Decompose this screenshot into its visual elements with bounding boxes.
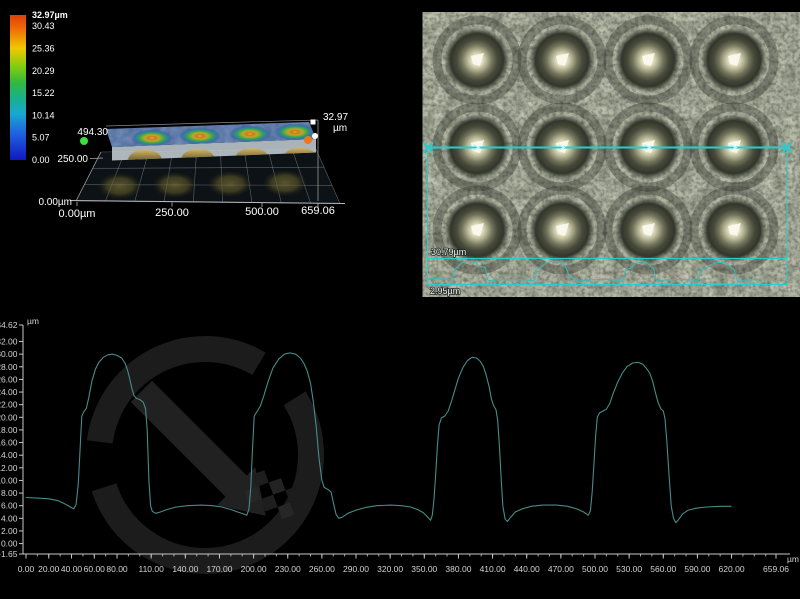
x-tick-label: 290.00 (343, 564, 369, 574)
y-tick-label: 2.00 (1, 526, 18, 536)
z-max-square-marker (311, 120, 316, 125)
y-tick-label: -1.65 (0, 549, 18, 559)
y-tick-label: 14.00 (0, 450, 18, 460)
colorbar-label: 25.36 (32, 43, 55, 53)
y-tick-label: 24.00 (0, 387, 18, 397)
y-tick-label: 16.00 (0, 438, 18, 448)
x-tick-label: 200.00 (241, 564, 267, 574)
x-tick-label: 170.00 (206, 564, 232, 574)
x-tick-label: 260.00 (309, 564, 335, 574)
colorbar-label: 0.00 (32, 155, 50, 165)
x-tick-label: 230.00 (275, 564, 301, 574)
x-tick-label: 410.00 (480, 564, 506, 574)
surface-bumps (437, 20, 774, 270)
colorbar-label: 10.14 (32, 110, 55, 120)
colorbar-label: 32.97µm (32, 10, 68, 20)
colorbar-label: 20.29 (32, 66, 55, 76)
x-tick-label: 40.00 (61, 564, 83, 574)
y-tick-label: 8.00 (1, 488, 18, 498)
y-tick-label: 10.00 (0, 475, 18, 485)
measure-min-label: 2.95µm (430, 286, 460, 296)
x-tick-label: 80.00 (106, 564, 128, 574)
y-tick-label: 22.00 (0, 400, 18, 410)
measure-end-marker-orange[interactable] (304, 136, 312, 144)
x3d-label-250: 250.00 (155, 207, 189, 219)
y-tick-label: 28.00 (0, 362, 18, 372)
y-tick-label: 30.00 (0, 349, 18, 359)
app-window: 32.97µm30.4325.3620.2915.2210.145.070.00 (0, 0, 800, 599)
y-tick-label: 34.62 (0, 320, 18, 330)
x-tick-label: 620.00 (719, 564, 745, 574)
x-tick-label: 590.00 (684, 564, 710, 574)
y-tick-label: 4.00 (1, 513, 18, 523)
x-tick-label: 60.00 (84, 564, 106, 574)
profile-chart-panel[interactable]: 34.62 32.00 30.00 28.00 26.00 24.00 22.00 20.00… (0, 299, 800, 599)
x-axis-unit-label: µm (787, 554, 799, 564)
x3d-label-0: 0.00µm (59, 208, 96, 220)
x3d-label-659: 659.06 (301, 205, 335, 217)
x-tick-label: 350.00 (411, 564, 437, 574)
x-tick-label: 140.00 (172, 564, 198, 574)
x-tick-label: 530.00 (616, 564, 642, 574)
z-unit-label: µm (333, 123, 347, 134)
3d-scene[interactable] (70, 118, 345, 208)
x-tick-label: 110.00 (138, 564, 164, 574)
z-marker-dot (312, 133, 318, 139)
x-tick-label: 560.00 (650, 564, 676, 574)
x-tick-label: 440.00 (514, 564, 540, 574)
y-tick-label: 26.00 (0, 374, 18, 384)
x-tick-label: 20.00 (38, 564, 60, 574)
x-tick-label: 470.00 (548, 564, 574, 574)
depth-label-250: 250.00 (57, 154, 88, 165)
x3d-label-500: 500.00 (245, 206, 279, 218)
y-tick-label: 18.00 (0, 425, 18, 435)
colorbar-label: 30.43 (32, 21, 55, 31)
colorbar-gradient-bar (10, 15, 26, 160)
3d-height-view-panel[interactable]: 32.97µm30.4325.3620.2915.2210.145.070.00 (0, 0, 421, 299)
y-tick-label: 0.00 (1, 539, 18, 549)
y-axis-unit-label: µm (27, 316, 39, 326)
microscope-image[interactable] (423, 12, 800, 297)
y-tick-label: 6.00 (1, 501, 18, 511)
x-tick-label: 500.00 (582, 564, 608, 574)
y-tick-label: 20.00 (0, 412, 18, 422)
depth-label-494: 494.30 (77, 127, 108, 138)
3d-depth-tick-250 (90, 158, 103, 159)
colorbar-label: 5.07 (32, 133, 50, 143)
x-tick-label: 659.06 (763, 564, 789, 574)
x-tick-label: 320.00 (377, 564, 403, 574)
z-max-label: 32.97 (323, 112, 348, 123)
measure-max-label: 30.79µm (431, 247, 466, 257)
y-tick-label: 12.00 (0, 463, 18, 473)
microscope-image-panel[interactable]: 30.79µm 2.95µm (421, 0, 800, 299)
depth-label-0: 0.00µm (38, 197, 72, 208)
x-tick-label: 0.00 (18, 564, 35, 574)
measure-start-marker-green[interactable] (80, 137, 88, 145)
y-tick-label: 32.00 (0, 337, 18, 347)
colorbar-label: 15.22 (32, 88, 55, 98)
x-tick-label: 380.00 (445, 564, 471, 574)
